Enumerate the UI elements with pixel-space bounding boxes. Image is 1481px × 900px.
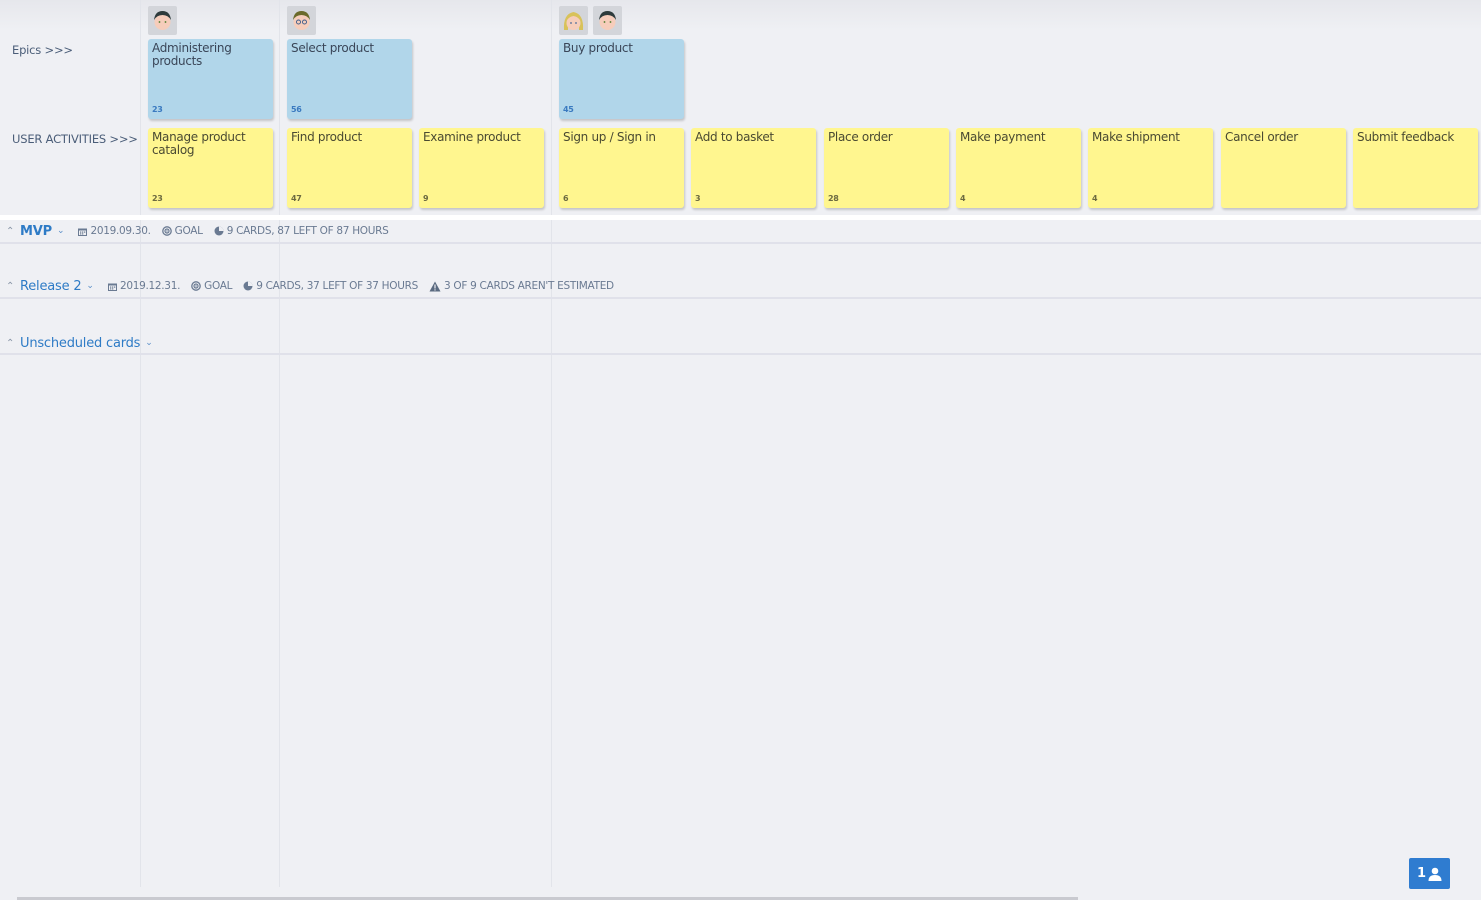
release-summary: 9 CARDS, 37 LEFT OF 37 HOURS (243, 280, 418, 292)
avatar-male-dark-hair[interactable] (593, 6, 622, 35)
avatar-face-icon (563, 12, 584, 30)
card-estimate: 4 (1092, 194, 1098, 203)
epic-card[interactable]: Buy product 45 (559, 39, 684, 119)
release-divider (0, 297, 1481, 299)
activity-card[interactable]: Manage product catalog 23 (148, 128, 273, 208)
warning-icon (429, 281, 441, 291)
release-name[interactable]: Unscheduled cards (20, 336, 140, 351)
activity-card[interactable]: Make shipment 4 (1088, 128, 1213, 208)
release-name[interactable]: Release 2 (20, 279, 82, 294)
epic-card[interactable]: Administering products 23 (148, 39, 273, 119)
card-estimate: 23 (152, 194, 163, 203)
activity-card[interactable]: Find product 47 (287, 128, 412, 208)
release-goal-text: GOAL (174, 225, 203, 237)
activities-row-label: USER ACTIVITIES >>> (12, 132, 138, 146)
release-warning-text: 3 OF 9 CARDS AREN'T ESTIMATED (443, 280, 614, 292)
collapse-icon[interactable]: ⌃ (6, 338, 16, 349)
calendar-icon (107, 283, 117, 291)
activity-card[interactable]: Submit feedback (1353, 128, 1478, 208)
release-header-unscheduled: ⌃ Unscheduled cards ⌄ (0, 332, 1481, 354)
online-users-button[interactable]: 1 (1409, 858, 1450, 889)
release-goal[interactable]: GOAL (161, 225, 203, 237)
release-name[interactable]: MVP (20, 224, 52, 239)
activity-card[interactable]: Cancel order (1221, 128, 1346, 208)
activity-card[interactable]: Place order 28 (824, 128, 949, 208)
card-title: Buy product (563, 41, 633, 55)
card-title: Sign up / Sign in (563, 130, 656, 144)
chevron-down-icon[interactable]: ⌄ (145, 338, 153, 348)
card-title: Make payment (960, 130, 1046, 144)
release-warning: 3 OF 9 CARDS AREN'T ESTIMATED (429, 280, 614, 292)
card-estimate: 47 (291, 194, 302, 203)
avatar-male-dark-hair[interactable] (148, 6, 177, 35)
release-date-text: 2019.09.30. (90, 225, 151, 237)
target-icon (161, 226, 172, 236)
activity-card[interactable]: Examine product 9 (419, 128, 544, 208)
release-summary-text: 9 CARDS, 87 LEFT OF 87 HOURS (226, 225, 389, 237)
column-divider (551, 0, 552, 887)
user-icon (1428, 867, 1442, 881)
avatar-male-glasses[interactable] (287, 6, 316, 35)
column-divider (279, 0, 280, 887)
card-estimate: 45 (563, 105, 574, 114)
card-estimate: 23 (152, 105, 163, 114)
activity-card[interactable]: Make payment 4 (956, 128, 1081, 208)
release-goal-text: GOAL (204, 280, 233, 292)
chevron-down-icon[interactable]: ⌄ (86, 281, 94, 291)
release-date-text: 2019.12.31. (119, 280, 181, 292)
epic-card[interactable]: Select product 56 (287, 39, 412, 119)
avatar-female-blonde[interactable] (559, 6, 588, 35)
card-estimate: 3 (695, 194, 701, 203)
card-title: Submit feedback (1357, 130, 1455, 144)
column-divider (140, 0, 141, 887)
release-divider (0, 242, 1481, 244)
release-date: 2019.12.31. (107, 280, 181, 292)
card-title: Make shipment (1092, 130, 1180, 144)
card-estimate: 6 (563, 194, 569, 203)
activity-card[interactable]: Sign up / Sign in 6 (559, 128, 684, 208)
card-title: Place order (828, 130, 893, 144)
avatar-face-icon (293, 11, 310, 30)
card-title: Administering products (152, 41, 232, 68)
release-date: 2019.09.30. (78, 225, 151, 237)
card-title: Select product (291, 41, 374, 55)
release-header-mvp: ⌃ MVP ⌄ 2019.09.30. GOAL 9 CARDS, 87 LEF… (0, 220, 1481, 242)
release-summary-text: 9 CARDS, 37 LEFT OF 37 HOURS (256, 280, 418, 292)
release-summary: 9 CARDS, 87 LEFT OF 87 HOURS (214, 225, 389, 237)
card-title: Cancel order (1225, 130, 1298, 144)
release-header-release-2: ⌃ Release 2 ⌄ 2019.12.31. GOAL 9 CARDS, … (0, 275, 1481, 297)
card-title: Manage product catalog (152, 130, 246, 157)
top-shade (0, 0, 1481, 30)
card-estimate: 9 (423, 194, 429, 203)
calendar-icon (78, 228, 88, 236)
activity-card[interactable]: Add to basket 3 (691, 128, 816, 208)
card-title: Examine product (423, 130, 521, 144)
pie-chart-icon (214, 226, 224, 236)
card-estimate: 56 (291, 105, 302, 114)
card-estimate: 28 (828, 194, 839, 203)
online-users-count: 1 (1416, 866, 1427, 881)
chevron-down-icon[interactable]: ⌄ (57, 226, 65, 236)
release-divider (0, 353, 1481, 355)
pie-chart-icon (243, 281, 253, 291)
card-title: Find product (291, 130, 362, 144)
collapse-icon[interactable]: ⌃ (6, 226, 16, 237)
avatar-face-icon (154, 11, 171, 30)
avatar-face-icon (599, 11, 616, 30)
epics-row-label: Epics >>> (12, 43, 73, 57)
target-icon (191, 281, 201, 291)
release-goal[interactable]: GOAL (191, 280, 232, 292)
collapse-icon[interactable]: ⌃ (6, 281, 16, 292)
card-title: Add to basket (695, 130, 774, 144)
card-estimate: 4 (960, 194, 966, 203)
